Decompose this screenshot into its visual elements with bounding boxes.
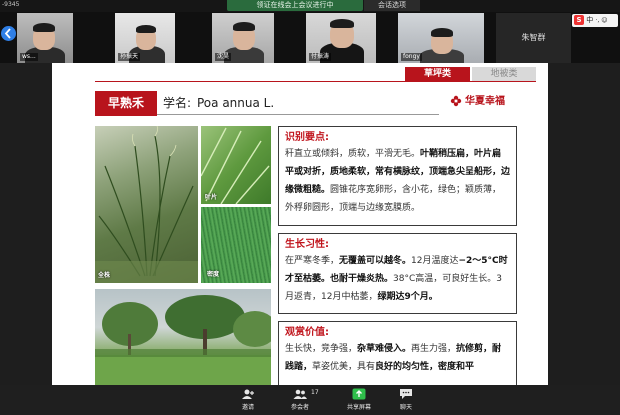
participant-name: 孙振天 xyxy=(118,53,141,61)
share-screen-label: 共享屏幕 xyxy=(346,404,371,411)
ornamental-title: 观赏价值: xyxy=(285,327,329,338)
growth-text: 在严寒冬季，无覆盖可以越冬。12月温度达−2～5°C时才至枯萎。也耐干燥炎热。3… xyxy=(285,256,508,302)
ime-extra: ·, ☺ xyxy=(595,17,608,24)
participant-count: 17 xyxy=(311,389,319,396)
plant-name: 早熟禾 xyxy=(95,91,157,116)
name-underline xyxy=(157,114,439,115)
invite-label: 邀请 xyxy=(241,404,254,411)
video-tile-1[interactable]: ws... xyxy=(17,13,73,63)
tab-groundcover: 地被类 xyxy=(472,67,536,81)
grass-illustration xyxy=(95,126,198,283)
prev-video-button[interactable] xyxy=(1,26,16,41)
share-screen-button[interactable]: 共享屏幕 xyxy=(339,388,379,411)
growth-title: 生长习性: xyxy=(285,239,329,250)
ornamental-text: 生长快，竞争强，杂草难侵入。再生力强，抗修剪，耐践踏，草姿优美，具有良好的均匀性… xyxy=(285,344,502,372)
participants-icon xyxy=(293,389,307,399)
flower-logo-icon xyxy=(450,95,462,107)
photo-leaf: 叶片 xyxy=(201,126,271,204)
photo-whole-plant: 全株 xyxy=(95,126,198,283)
chat-icon xyxy=(400,389,412,399)
video-tile-2[interactable]: 孙振天 xyxy=(115,13,175,63)
photo-turf: 密度 xyxy=(201,207,271,283)
video-tile-5[interactable]: fongy xyxy=(398,13,484,63)
corner-id: -9345 xyxy=(2,1,20,8)
chat-label: 聊天 xyxy=(399,404,412,411)
meeting-title[interactable]: 领证在线会上会议进行中 xyxy=(227,0,363,11)
participant-name: 付振涛 xyxy=(309,53,332,61)
photo-landscape xyxy=(95,289,271,385)
participants-label: 参会者 xyxy=(290,404,309,411)
brand-logo: 华夏幸福 xyxy=(450,93,505,111)
meeting-window: -9345 领证在线会上会议进行中 会话选项 ws... 孙振天 沈昊 付振涛 xyxy=(0,0,620,415)
invite-button[interactable]: 邀请 xyxy=(228,388,268,411)
invite-icon xyxy=(242,389,254,399)
ime-mode[interactable]: 中 xyxy=(586,16,593,24)
video-tile-3[interactable]: 沈昊 xyxy=(212,13,274,63)
caption-leaf: 叶片 xyxy=(205,194,218,201)
video-tile-4[interactable]: 付振涛 xyxy=(306,13,376,63)
participant-name: ws... xyxy=(20,53,38,61)
participant-name: 沈昊 xyxy=(215,53,232,61)
caption-whole: 全株 xyxy=(98,272,111,279)
landscape-illustration xyxy=(95,295,271,385)
identification-title: 识别要点: xyxy=(285,132,329,143)
identification-text: 秆直立或倾斜，质软，平滑无毛。叶鞘稍压扁，叶片扁平或对折，质地柔软，常有横脉纹，… xyxy=(285,149,511,213)
ornamental-box: 观赏价值: 生长快，竞争强，杂草难侵入。再生力强，抗修剪，耐践踏，草姿优美，具有… xyxy=(278,321,517,385)
scientific-name: Poa annua L. xyxy=(197,96,275,110)
brand-name: 华夏幸福 xyxy=(465,96,505,107)
ime-toolbar[interactable]: S 中 ·, ☺ xyxy=(572,14,618,27)
chat-button[interactable]: 聊天 xyxy=(386,388,426,411)
caption-turf: 密度 xyxy=(207,271,220,278)
ime-logo-icon: S xyxy=(574,15,584,25)
participant-name: fongy xyxy=(401,53,422,61)
chevron-left-icon xyxy=(4,28,11,39)
tab-divider xyxy=(95,81,536,82)
share-screen-icon xyxy=(352,388,366,400)
sharing-options-tab[interactable]: 会话选项 xyxy=(364,0,420,11)
video-tile-6[interactable]: 朱智群 xyxy=(496,13,571,63)
tab-lawn: 草坪类 xyxy=(405,67,470,81)
identification-box: 识别要点: 秆直立或倾斜，质软，平滑无毛。叶鞘稍压扁，叶片扁平或对折，质地柔软，… xyxy=(278,126,517,226)
growth-box: 生长习性: 在严寒冬季，无覆盖可以越冬。12月温度达−2～5°C时才至枯萎。也耐… xyxy=(278,233,517,314)
scientific-name-label: 学名: xyxy=(163,96,192,110)
